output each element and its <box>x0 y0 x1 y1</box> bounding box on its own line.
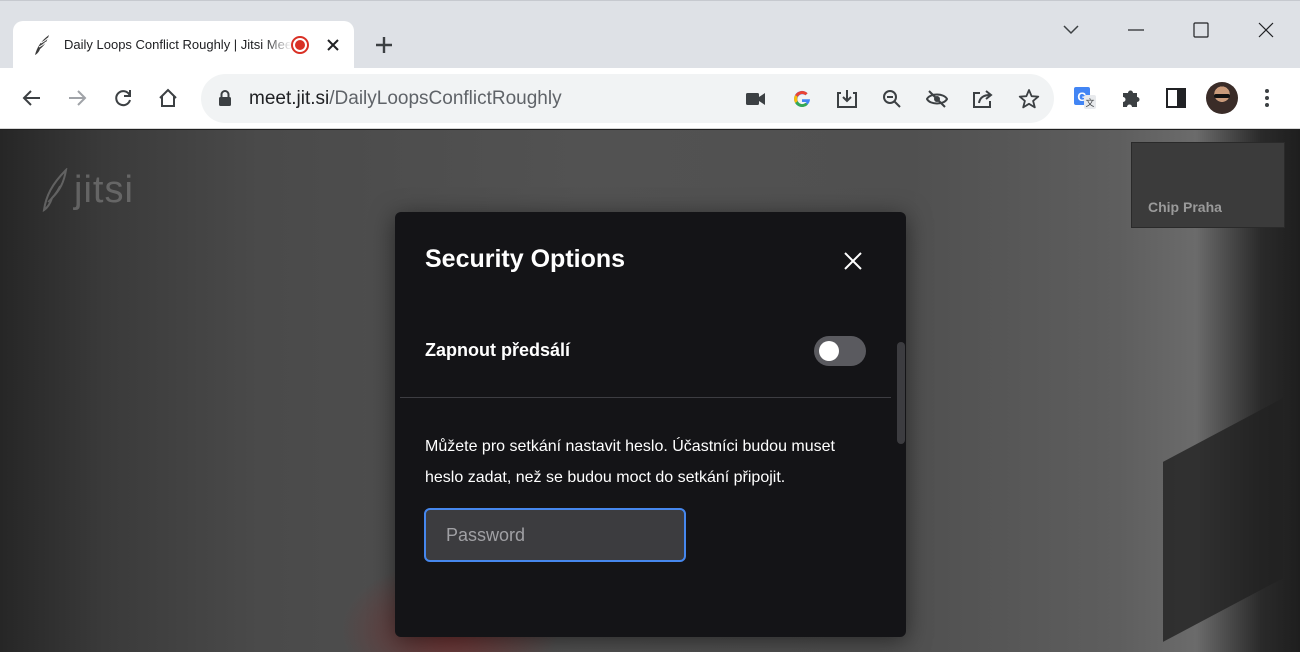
password-input[interactable] <box>424 508 686 562</box>
tab-search-icon[interactable] <box>1056 15 1086 45</box>
dialog-scrollbar[interactable] <box>897 342 905 444</box>
close-tab-icon[interactable] <box>321 33 345 57</box>
zoom-out-icon[interactable] <box>878 85 906 113</box>
hide-icon[interactable] <box>923 85 951 113</box>
tab-title: Daily Loops Conflict Roughly | Jitsi Mee… <box>64 37 292 52</box>
lobby-toggle-label: Zapnout předsálí <box>425 340 571 360</box>
jitsi-logo-icon <box>42 168 68 212</box>
url-path: /DailyLoopsConflictRoughly <box>329 88 562 109</box>
new-tab-button[interactable] <box>371 32 397 58</box>
jitsi-logo[interactable]: jitsi <box>40 168 134 212</box>
translate-icon[interactable]: G文 <box>1070 83 1100 113</box>
share-icon[interactable] <box>969 85 997 113</box>
url-host: meet.jit.si <box>249 88 330 109</box>
install-icon[interactable] <box>833 85 861 113</box>
forward-icon[interactable] <box>62 83 92 113</box>
back-icon[interactable] <box>17 83 47 113</box>
camera-icon[interactable] <box>742 85 770 113</box>
url-text: meet.jit.si/DailyLoopsConflictRoughly <box>249 88 562 110</box>
home-icon[interactable] <box>153 83 183 113</box>
close-icon[interactable] <box>843 247 863 275</box>
dialog-title: Security Options <box>425 245 626 273</box>
browser-tab[interactable]: Daily Loops Conflict Roughly | Jitsi Mee… <box>13 21 354 70</box>
participant-thumbnail[interactable]: Chip Praha <box>1131 142 1285 228</box>
avatar[interactable] <box>1206 82 1238 114</box>
recording-indicator-icon <box>291 36 309 54</box>
star-icon[interactable] <box>1015 85 1043 113</box>
password-description: Můžete pro setkání nastavit heslo. Účast… <box>425 438 835 486</box>
lobby-toggle[interactable] <box>814 336 866 366</box>
lock-icon <box>219 90 231 106</box>
security-options-dialog: Security Options Zapnout předsálí Můžete… <box>395 212 906 637</box>
reload-icon[interactable] <box>108 83 138 113</box>
google-icon[interactable] <box>788 85 816 113</box>
side-panel-icon[interactable] <box>1161 83 1191 113</box>
browser-toolbar: meet.jit.si/DailyLoopsConflictRoughly G … <box>0 68 1300 129</box>
participant-name: Chip Praha <box>1140 195 1230 219</box>
toggle-knob <box>819 341 839 361</box>
svg-text:文: 文 <box>1085 97 1094 108</box>
divider <box>400 397 891 398</box>
jitsi-favicon-icon <box>35 35 49 55</box>
maximize-button[interactable] <box>1186 15 1216 45</box>
kebab-menu-icon[interactable] <box>1252 83 1282 113</box>
jitsi-logo-text: jitsi <box>74 168 134 211</box>
address-bar[interactable]: meet.jit.si/DailyLoopsConflictRoughly <box>201 74 1054 123</box>
minimize-button[interactable] <box>1121 15 1151 45</box>
tab-strip: Daily Loops Conflict Roughly | Jitsi Mee… <box>0 0 1300 70</box>
puzzle-icon[interactable] <box>1116 83 1146 113</box>
close-window-button[interactable] <box>1251 15 1281 45</box>
